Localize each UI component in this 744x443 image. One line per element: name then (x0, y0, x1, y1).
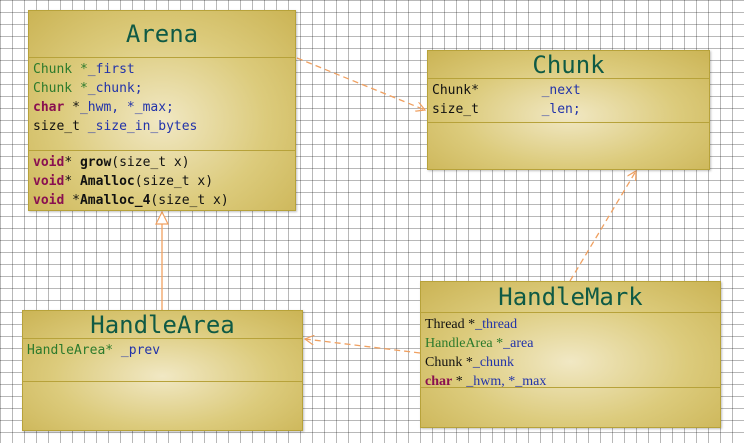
member-line: Thread *_thread (425, 315, 716, 334)
member-token: HandleArea * (425, 336, 504, 351)
class-title: Arena (29, 11, 295, 58)
member-line: Chunk *_chunk; (33, 79, 291, 98)
member-line: Chunk* _next (432, 81, 705, 100)
member-token: Chunk* (432, 83, 542, 98)
methods-section (428, 123, 709, 169)
member-token: _thread (475, 317, 518, 332)
chunk-class[interactable]: Chunk Chunk* _next size_t _len; (427, 50, 710, 170)
member-token: char (33, 100, 65, 115)
member-token: void (33, 155, 65, 170)
methods-section (23, 382, 302, 430)
member-token: void (33, 193, 65, 208)
fields-section: Thread *_thread HandleArea *_area Chunk *_… (421, 313, 720, 389)
member-line: HandleArea* _prev (27, 341, 298, 360)
member-token: _chunk (472, 355, 515, 370)
member-token: _prev (120, 343, 161, 358)
class-title: HandleArea (23, 311, 302, 339)
member-line: Chunk *_first (33, 60, 291, 79)
fields-section: Chunk *_first Chunk *_chunk; char *_hwm, *… (29, 58, 295, 151)
member-token: (size_t x) (134, 174, 214, 189)
arena-to-chunk-association (296, 57, 425, 110)
member-token: _area (503, 336, 534, 351)
member-line: void* Amalloc(size_t x) (33, 172, 291, 191)
member-line: HandleArea *_area (425, 334, 716, 353)
member-token: _hwm, *_max (466, 374, 547, 389)
member-token: Thread * (425, 317, 476, 332)
member-token: HandleArea* (27, 343, 121, 358)
member-token: _chunk; (87, 81, 143, 96)
member-token: _len; (541, 102, 581, 117)
class-title: Chunk (428, 51, 709, 79)
inheritance-triangle (155, 210, 169, 225)
member-line: Chunk *_chunk (425, 353, 716, 372)
member-line: void *Amalloc_4(size_t x) (33, 191, 291, 210)
member-token: Chunk * (425, 355, 473, 370)
arena-class[interactable]: Arena Chunk *_first Chunk *_chunk; char *_… (28, 10, 296, 211)
handlearea-class[interactable]: HandleArea HandleArea* _prev (22, 310, 303, 431)
member-token: void (33, 174, 65, 189)
handlemark-class[interactable]: HandleMark Thread *_thread HandleArea *_a… (420, 281, 721, 428)
member-token: Chunk * (33, 62, 88, 77)
member-token: Chunk * (33, 81, 88, 96)
member-token: _size_in_bytes (87, 119, 198, 134)
member-token: _next (541, 83, 581, 98)
fields-section: Chunk* _next size_t _len; (428, 79, 709, 123)
member-token: * (64, 155, 80, 170)
handlemark-to-chunk-association (569, 171, 636, 282)
member-token: * (64, 174, 80, 189)
member-line: void* grow(size_t x) (33, 153, 291, 172)
member-token: (size_t x) (150, 193, 229, 208)
methods-section: void* grow(size_t x) void* Amalloc(size_t… (29, 151, 295, 210)
class-title: HandleMark (421, 282, 720, 313)
member-token: char (425, 374, 453, 389)
member-token: (size_t x) (111, 155, 190, 170)
member-token: _first (87, 62, 135, 77)
member-line: size_t _size_in_bytes (33, 117, 291, 136)
member-token: * (452, 374, 467, 389)
member-token: Amalloc_4 (79, 193, 151, 208)
handlemark-to-handlearea-association (305, 339, 421, 354)
member-token: * (64, 193, 80, 208)
member-token: _hwm, *_max; (79, 100, 174, 115)
member-token: size_t (33, 119, 88, 134)
member-token: grow (79, 155, 112, 170)
member-token: size_t (432, 102, 542, 117)
fields-section: HandleArea* _prev (23, 339, 302, 382)
member-line: size_t _len; (432, 100, 705, 119)
member-token: * (64, 100, 80, 115)
member-token: Amalloc (79, 174, 135, 189)
methods-section (421, 388, 720, 427)
member-line: char *_hwm, *_max; (33, 98, 291, 117)
